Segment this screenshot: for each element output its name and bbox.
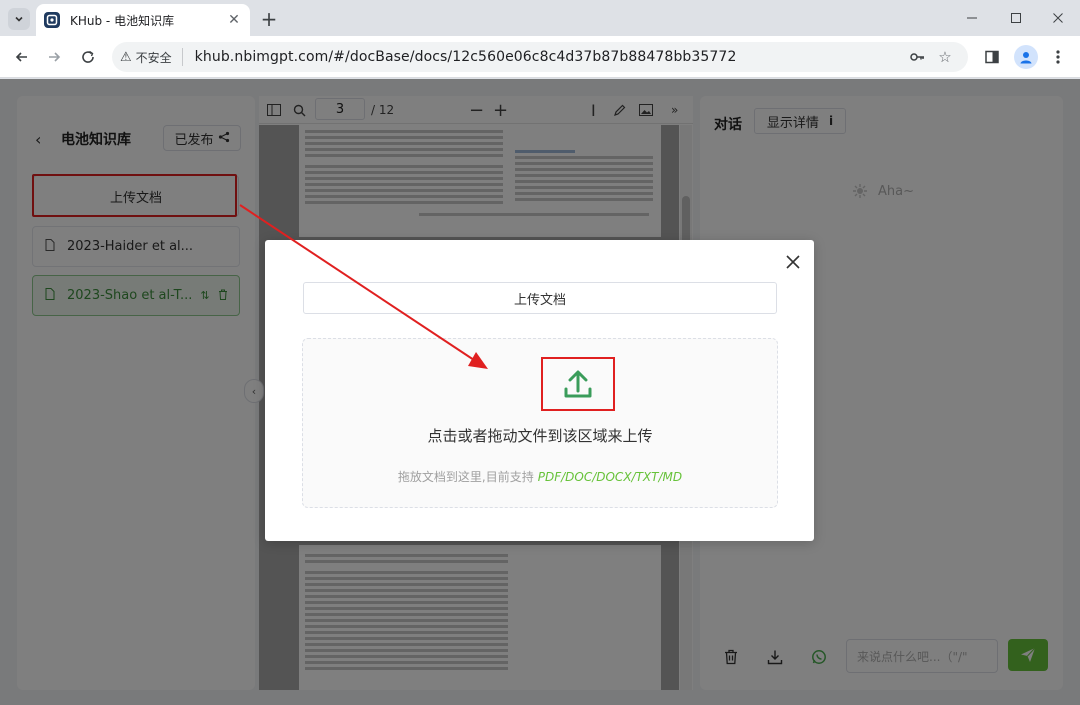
- window-close-icon[interactable]: [1046, 6, 1070, 30]
- browser-toolbar: ⚠ 不安全 khub.nbimgpt.com/#/docBase/docs/12…: [0, 36, 1080, 78]
- dropzone-hint: 拖放文档到这里,目前支持 PDF/DOC/DOCX/TXT/MD: [303, 468, 777, 485]
- warning-triangle-icon: ⚠: [120, 49, 132, 65]
- back-icon[interactable]: [10, 45, 34, 69]
- address-bar[interactable]: ⚠ 不安全 khub.nbimgpt.com/#/docBase/docs/12…: [112, 42, 968, 72]
- tab-title: KHub - 电池知识库: [70, 13, 175, 28]
- side-panel-icon[interactable]: [980, 45, 1004, 69]
- upload-dialog: 上传文档 点击或者拖动文件到该区域来上传 拖放文档到这里,目前支持 PDF/DOC…: [265, 240, 814, 541]
- url-text[interactable]: khub.nbimgpt.com/#/docBase/docs/12c560e0…: [195, 49, 737, 65]
- forward-icon[interactable]: [42, 45, 66, 69]
- file-dropzone[interactable]: 点击或者拖动文件到该区域来上传 拖放文档到这里,目前支持 PDF/DOC/DOCX…: [302, 338, 778, 508]
- reload-icon[interactable]: [76, 45, 100, 69]
- profile-avatar-icon[interactable]: [1014, 45, 1038, 69]
- new-tab-button[interactable]: +: [258, 8, 280, 30]
- password-key-icon[interactable]: [908, 48, 926, 66]
- maximize-icon[interactable]: [1004, 6, 1028, 30]
- dropzone-hint-text: 拖放文档到这里,目前支持: [397, 470, 534, 484]
- supported-file-types: PDF/DOC/DOCX/TXT/MD: [537, 470, 683, 484]
- tab-search-icon[interactable]: [8, 8, 30, 30]
- security-label: 不安全: [135, 50, 172, 65]
- upload-icon[interactable]: [541, 357, 615, 411]
- upload-document-button[interactable]: 上传文档: [303, 282, 777, 314]
- khub-favicon-icon: [44, 12, 60, 28]
- browser-tab[interactable]: KHub - 电池知识库 ✕: [36, 4, 250, 36]
- security-warning[interactable]: ⚠ 不安全: [120, 48, 183, 66]
- bookmark-star-icon[interactable]: ☆: [936, 48, 954, 66]
- tab-close-icon[interactable]: ✕: [226, 12, 242, 28]
- dropzone-instruction: 点击或者拖动文件到该区域来上传: [427, 427, 653, 445]
- browser-tab-bar: KHub - 电池知识库 ✕ +: [0, 0, 1080, 36]
- minimize-icon[interactable]: [960, 6, 984, 30]
- close-icon[interactable]: [783, 252, 803, 272]
- browser-menu-icon[interactable]: [1046, 45, 1070, 69]
